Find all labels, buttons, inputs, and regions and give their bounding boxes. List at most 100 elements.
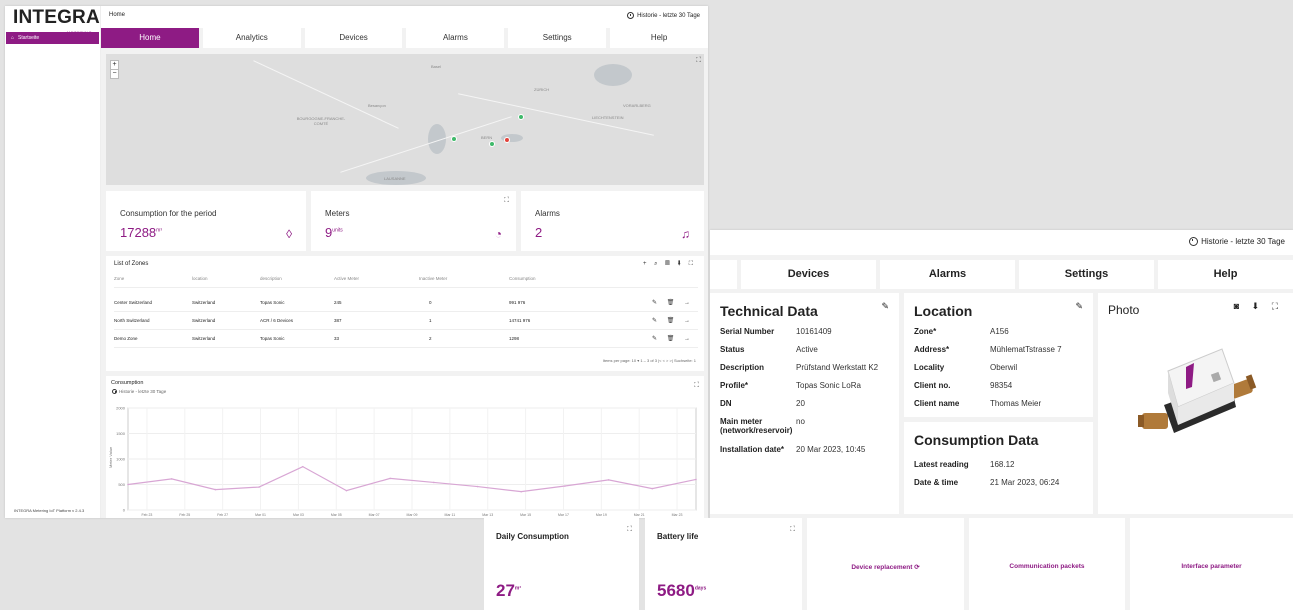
expand-icon[interactable]: ⛶ bbox=[790, 526, 795, 534]
consumption-line-chart: 2000 1500 1000 500 0 Meter Value Feb 23 Feb 25 F… bbox=[108, 406, 697, 517]
y-axis-label: Meter Value bbox=[108, 446, 113, 468]
map-marker-active[interactable] bbox=[518, 114, 524, 120]
x-tick-label: Mar 01 bbox=[255, 513, 266, 517]
column-header[interactable]: Inactive Meter bbox=[419, 276, 447, 281]
map-label: LIECHTENSTEIN bbox=[592, 115, 624, 120]
map-marker-active[interactable] bbox=[489, 141, 495, 147]
map-label: BERN bbox=[481, 135, 493, 140]
photo-actions[interactable]: ◙ ⬇ ⛶ bbox=[1234, 301, 1283, 312]
cell-zone: Demo Zone bbox=[114, 336, 138, 341]
top-bar: Home Historie - letzte 30 Tage bbox=[101, 6, 708, 28]
tab-settings[interactable]: Settings bbox=[508, 28, 607, 48]
table-row[interactable]: Center Switzerland Switzerland Topas Son… bbox=[114, 294, 698, 312]
column-header[interactable]: Active Meter bbox=[334, 276, 359, 281]
data-point bbox=[301, 465, 304, 468]
card-title: Daily Consumption bbox=[496, 532, 569, 541]
field-installation-date: Installation date* 20 Mar 2023, 10:45 bbox=[720, 445, 866, 454]
bell-icon: ♫ bbox=[681, 227, 690, 241]
data-point bbox=[520, 490, 523, 493]
column-header[interactable]: location bbox=[192, 276, 208, 281]
history-label: Historie - letzte 30 Tage bbox=[637, 12, 700, 19]
column-header[interactable]: description bbox=[260, 276, 282, 281]
expand-icon[interactable]: ⛶ bbox=[504, 197, 509, 205]
cell-location: Switzerland bbox=[192, 300, 216, 305]
zoom-out-button[interactable]: − bbox=[111, 69, 118, 78]
history-selector[interactable]: Historie - letzte 30 Tage bbox=[1189, 237, 1285, 246]
consumption-data-panel: Consumption Data Latest reading 168.12 Da… bbox=[904, 422, 1093, 514]
tab-analytics-partial[interactable] bbox=[710, 260, 737, 289]
interface-parameter-card[interactable]: Interface parameter bbox=[1130, 518, 1293, 610]
x-tick-label: Feb 27 bbox=[217, 513, 228, 517]
card-value: 2 bbox=[535, 225, 543, 240]
x-tick-label: Mar 23 bbox=[672, 513, 683, 517]
communication-packets-card[interactable]: Communication packets bbox=[969, 518, 1125, 610]
y-tick-label: 500 bbox=[118, 482, 125, 487]
expand-icon[interactable]: ⛶ bbox=[627, 526, 632, 534]
consumption-chart-panel: Consumption Historie - letzte 30 Tage ⛶ … bbox=[106, 376, 704, 518]
dashboard-screen: INTEGRA METERING ⌂ Startseite INTEGRA Me… bbox=[5, 6, 708, 518]
water-meter-photo bbox=[1138, 348, 1257, 433]
y-tick-label: 0 bbox=[123, 508, 126, 513]
expand-icon[interactable]: ⛶ bbox=[694, 382, 699, 390]
tab-help[interactable]: Help bbox=[610, 28, 708, 48]
field-date-time: Date & time 21 Mar 2023, 06:24 bbox=[914, 478, 1060, 487]
card-title: Battery life bbox=[657, 532, 699, 541]
map-road bbox=[340, 116, 512, 173]
tab-alarms[interactable]: Alarms bbox=[406, 28, 505, 48]
battery-life-card: Battery life ⛶ 5680days bbox=[645, 518, 802, 610]
tab-analytics[interactable]: Analytics bbox=[202, 28, 301, 48]
tab-help[interactable]: Help bbox=[1158, 260, 1293, 289]
card-value: 9units bbox=[325, 225, 343, 240]
zone-map[interactable]: ZÜRICH VORARLBERG LIECHTENSTEIN BOURGOGN… bbox=[106, 54, 704, 185]
tab-devices[interactable]: Devices bbox=[304, 28, 403, 48]
tab-devices[interactable]: Devices bbox=[741, 260, 876, 289]
consumption-summary-card: Consumption for the period 17288m³ ◊ bbox=[106, 191, 306, 251]
map-label: ZÜRICH bbox=[534, 87, 550, 92]
zones-toolbar[interactable]: + ⌕ ▤ ⬇ ⛶ bbox=[643, 261, 696, 268]
interface-parameter-label: Interface parameter bbox=[1181, 563, 1242, 570]
sidebar-item-startseite[interactable]: ⌂ Startseite bbox=[6, 32, 99, 44]
gauge-icon: ◔ bbox=[494, 227, 502, 241]
device-replacement-card[interactable]: Device replacement ⟳ bbox=[807, 518, 964, 610]
technical-data-panel: Technical Data ✎ Serial Number 10161409 S… bbox=[710, 293, 899, 514]
map-marker-alarm[interactable] bbox=[504, 137, 510, 143]
device-replacement-label: Device replacement ⟳ bbox=[851, 564, 920, 571]
tab-alarms[interactable]: Alarms bbox=[880, 260, 1015, 289]
breadcrumb[interactable]: Home bbox=[109, 12, 125, 18]
expand-icon[interactable]: ⛶ bbox=[696, 57, 701, 65]
edit-icon[interactable]: ✎ bbox=[881, 301, 889, 312]
cell-active-meter: 33 bbox=[334, 336, 340, 341]
y-tick-label: 1000 bbox=[116, 457, 126, 462]
zoom-in-button[interactable]: + bbox=[111, 61, 118, 69]
cell-consumption: 1298 bbox=[509, 336, 520, 341]
tab-settings[interactable]: Settings bbox=[1019, 260, 1154, 289]
map-marker-active[interactable] bbox=[451, 136, 457, 142]
edit-icon[interactable]: ✎ bbox=[1075, 301, 1083, 312]
y-tick-label: 1500 bbox=[116, 431, 126, 436]
column-header[interactable]: Zone bbox=[114, 276, 124, 281]
tab-home[interactable]: Home bbox=[101, 28, 199, 48]
panel-title: Photo bbox=[1108, 303, 1140, 317]
field-client-name: Client name Thomas Meier bbox=[914, 399, 1042, 408]
row-actions[interactable]: ✎ 🗑 → bbox=[652, 317, 694, 324]
cell-active-meter: 245 bbox=[334, 300, 342, 305]
row-actions[interactable]: ✎ 🗑 → bbox=[652, 299, 694, 306]
cell-consumption: 14741 976 bbox=[509, 318, 531, 323]
field-dn: DN 20 bbox=[720, 399, 805, 408]
x-tick-label: Mar 13 bbox=[482, 513, 493, 517]
table-paginator[interactable]: Items per page: 10 ▾ 1 – 3 of 3 |< < > >… bbox=[603, 358, 696, 363]
column-header[interactable]: Consumption bbox=[509, 276, 536, 281]
row-actions[interactable]: ✎ 🗑 → bbox=[652, 335, 694, 342]
clock-icon bbox=[112, 389, 117, 394]
tab-bar: Home Analytics Devices Alarms Settings H… bbox=[101, 28, 708, 48]
history-selector[interactable]: Historie - letzte 30 Tage bbox=[627, 12, 700, 19]
map-label: VORARLBERG bbox=[623, 103, 651, 108]
clock-icon bbox=[1189, 237, 1199, 246]
table-row[interactable]: North Switzerland Switzerland ACR / 6 De… bbox=[114, 312, 698, 330]
water-drop-icon: ◊ bbox=[286, 227, 292, 241]
map-label: LAUSANNE bbox=[384, 176, 406, 181]
card-title: Meters bbox=[325, 209, 350, 218]
x-tick-label: Feb 23 bbox=[141, 513, 152, 517]
table-row[interactable]: Demo Zone Switzerland Topas Sonic 33 2 1… bbox=[114, 330, 698, 348]
cell-description: Topas Sonic bbox=[260, 336, 285, 341]
